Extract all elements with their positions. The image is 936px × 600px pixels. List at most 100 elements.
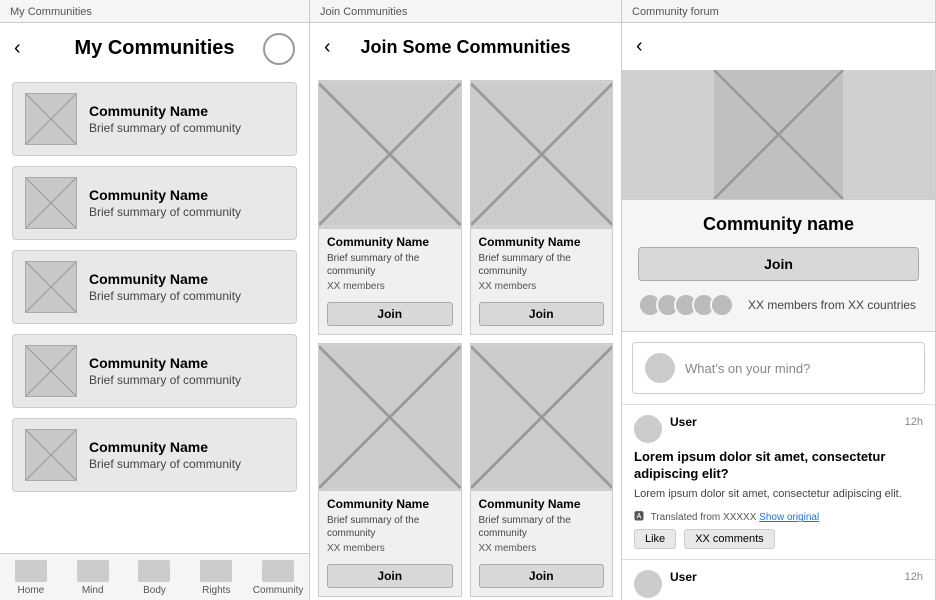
user-avatar bbox=[645, 353, 675, 383]
nav-label: Mind bbox=[82, 585, 104, 596]
translate-label: Translated from XXXXX bbox=[651, 512, 757, 523]
community-summary: Brief summary of community bbox=[89, 373, 241, 387]
back-button-panel1[interactable]: ‹ bbox=[14, 37, 21, 60]
avatar[interactable] bbox=[263, 33, 295, 65]
community-name: Community Name bbox=[89, 187, 241, 203]
members-text: XX members from XX countries bbox=[748, 298, 916, 312]
join-card-button[interactable]: Join bbox=[479, 302, 605, 326]
community-list: Community Name Brief summary of communit… bbox=[0, 74, 309, 553]
community-summary: Brief summary of community bbox=[89, 205, 241, 219]
join-communities-panel: Join Communities ‹ Join Some Communities… bbox=[310, 0, 622, 600]
community-summary: Brief summary of community bbox=[89, 457, 241, 471]
join-card-members: XX members bbox=[327, 281, 453, 292]
community-thumbnail bbox=[25, 177, 77, 229]
community-thumbnail bbox=[25, 345, 77, 397]
join-grid: Community Name Brief summary of the comm… bbox=[310, 72, 621, 600]
community-summary: Brief summary of community bbox=[89, 121, 241, 135]
panel2-heading: Join Some Communities bbox=[360, 37, 570, 58]
post-avatar bbox=[634, 415, 662, 443]
post-avatar bbox=[634, 570, 662, 598]
nav-item-community[interactable]: Community bbox=[247, 560, 309, 596]
back-button-panel3[interactable]: ‹ bbox=[636, 35, 643, 58]
panel1-title-bar: My Communities bbox=[0, 0, 309, 23]
join-card-summary: Brief summary of the community bbox=[479, 252, 605, 278]
join-card: Community Name Brief summary of the comm… bbox=[470, 343, 614, 598]
show-original-link[interactable]: Show original bbox=[759, 512, 819, 523]
community-card-name: Community name bbox=[638, 214, 919, 235]
nav-icon bbox=[77, 560, 109, 582]
join-card-button[interactable]: Join bbox=[479, 564, 605, 588]
post-translate: 🅰 Translated from XXXXX Show original bbox=[634, 508, 923, 523]
join-card: Community Name Brief summary of the comm… bbox=[318, 80, 462, 335]
community-info: Community Name Brief summary of communit… bbox=[89, 187, 241, 219]
community-card: Community name Join XX members from XX c… bbox=[622, 200, 935, 332]
community-list-item[interactable]: Community Name Brief summary of communit… bbox=[12, 166, 297, 240]
my-communities-panel: My Communities ‹ My Communities Communit… bbox=[0, 0, 310, 600]
join-card-image bbox=[471, 81, 613, 229]
join-card-button[interactable]: Join bbox=[327, 564, 453, 588]
post-card-0: User 12h Lorem ipsum dolor sit amet, con… bbox=[622, 404, 935, 559]
join-card-members: XX members bbox=[327, 543, 453, 554]
join-card-image bbox=[319, 344, 461, 492]
community-info: Community Name Brief summary of communit… bbox=[89, 103, 241, 135]
community-join-button[interactable]: Join bbox=[638, 247, 919, 281]
community-list-item[interactable]: Community Name Brief summary of communit… bbox=[12, 334, 297, 408]
community-list-item[interactable]: Community Name Brief summary of communit… bbox=[12, 82, 297, 156]
join-card-button[interactable]: Join bbox=[327, 302, 453, 326]
join-card-body: Community Name Brief summary of the comm… bbox=[471, 491, 613, 560]
community-list-item[interactable]: Community Name Brief summary of communit… bbox=[12, 418, 297, 492]
community-list-item[interactable]: Community Name Brief summary of communit… bbox=[12, 250, 297, 324]
community-name: Community Name bbox=[89, 271, 241, 287]
avatar-5 bbox=[710, 293, 734, 317]
avatar-stack bbox=[638, 293, 728, 317]
nav-label: Rights bbox=[202, 585, 230, 596]
post-user-row: User 12h bbox=[670, 415, 923, 429]
nav-label: Community bbox=[253, 585, 304, 596]
nav-item-home[interactable]: Home bbox=[0, 560, 62, 596]
translate-icon: 🅰 bbox=[634, 512, 644, 523]
post-card-1: User 12h Lorem ipsum dolor sit amet, con… bbox=[622, 559, 935, 600]
join-card-summary: Brief summary of the community bbox=[479, 514, 605, 540]
join-card-body: Community Name Brief summary of the comm… bbox=[471, 229, 613, 298]
community-info: Community Name Brief summary of communit… bbox=[89, 271, 241, 303]
community-summary: Brief summary of community bbox=[89, 289, 241, 303]
community-thumbnail bbox=[25, 429, 77, 481]
post-header: User 12h bbox=[634, 415, 923, 443]
back-button-panel2[interactable]: ‹ bbox=[324, 36, 331, 59]
post-header: User 12h bbox=[634, 570, 923, 598]
whats-on-mind[interactable]: What's on your mind? bbox=[632, 342, 925, 394]
community-thumbnail bbox=[25, 261, 77, 313]
post-actions: Like XX comments bbox=[634, 529, 923, 549]
panel2-title-bar: Join Communities bbox=[310, 0, 621, 23]
nav-item-mind[interactable]: Mind bbox=[62, 560, 124, 596]
join-card-name: Community Name bbox=[479, 497, 605, 511]
post-time: 12h bbox=[905, 416, 923, 428]
post-meta: User 12h bbox=[670, 570, 923, 584]
community-info: Community Name Brief summary of communit… bbox=[89, 355, 241, 387]
like-button[interactable]: Like bbox=[634, 529, 676, 549]
nav-icon bbox=[262, 560, 294, 582]
post-body: Lorem ipsum dolor sit amet, consectetur … bbox=[634, 487, 923, 502]
community-forum-panel: Community forum ‹ Community name Join XX… bbox=[622, 0, 936, 600]
join-card: Community Name Brief summary of the comm… bbox=[470, 80, 614, 335]
nav-icon bbox=[138, 560, 170, 582]
community-info: Community Name Brief summary of communit… bbox=[89, 439, 241, 471]
community-thumbnail bbox=[25, 93, 77, 145]
join-card-image bbox=[471, 344, 613, 492]
community-name: Community Name bbox=[89, 355, 241, 371]
join-card-summary: Brief summary of the community bbox=[327, 252, 453, 278]
post-user: User bbox=[670, 570, 697, 584]
comments-button[interactable]: XX comments bbox=[684, 529, 774, 549]
nav-item-rights[interactable]: Rights bbox=[185, 560, 247, 596]
join-card: Community Name Brief summary of the comm… bbox=[318, 343, 462, 598]
panel1-header: ‹ My Communities bbox=[0, 23, 309, 74]
post-user: User bbox=[670, 415, 697, 429]
community-name: Community Name bbox=[89, 439, 241, 455]
nav-item-body[interactable]: Body bbox=[124, 560, 186, 596]
post-time: 12h bbox=[905, 571, 923, 583]
nav-icon bbox=[15, 560, 47, 582]
join-card-name: Community Name bbox=[327, 235, 453, 249]
panel2-header: ‹ Join Some Communities bbox=[310, 23, 621, 72]
panel3-title-bar: Community forum bbox=[622, 0, 935, 23]
members-row: XX members from XX countries bbox=[638, 293, 919, 317]
